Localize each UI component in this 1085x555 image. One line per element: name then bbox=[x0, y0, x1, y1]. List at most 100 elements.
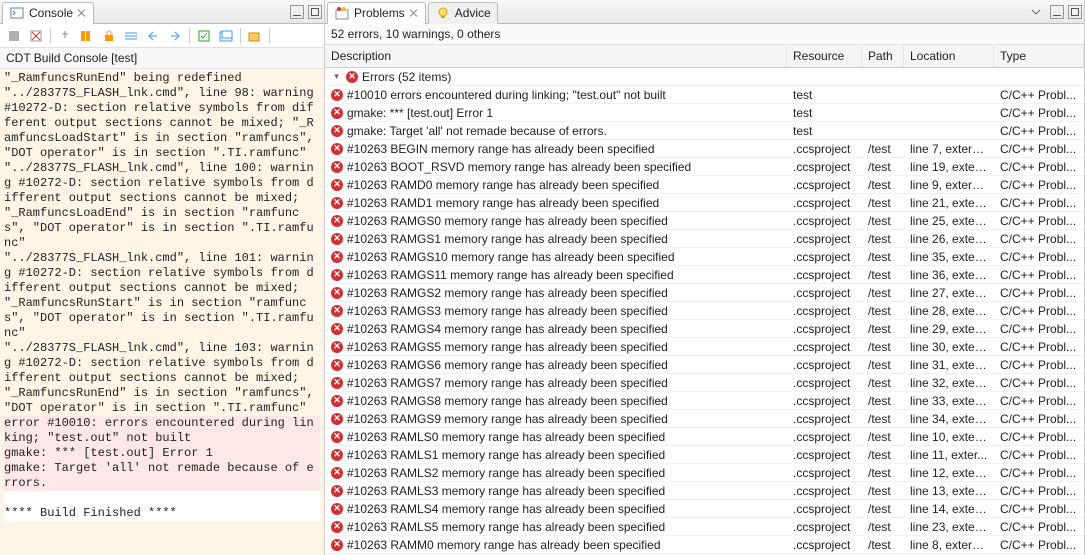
console-error-text: error #10010: errors encountered during … bbox=[4, 416, 320, 491]
cell-resource: .ccsproject bbox=[787, 393, 862, 409]
col-location[interactable]: Location bbox=[904, 45, 994, 67]
cell-location: line 30, exter... bbox=[904, 339, 994, 355]
table-row[interactable]: ✕#10263 RAMGS7 memory range has already … bbox=[325, 374, 1084, 392]
col-description[interactable]: Description bbox=[325, 45, 787, 67]
maximize-icon[interactable] bbox=[1068, 5, 1082, 19]
table-row[interactable]: ✕#10263 RAMGS8 memory range has already … bbox=[325, 392, 1084, 410]
table-row[interactable]: ✕#10263 RAMGS4 memory range has already … bbox=[325, 320, 1084, 338]
cell-type: C/C++ Probl... bbox=[994, 483, 1084, 499]
stop-button[interactable] bbox=[4, 26, 24, 46]
errors-group-row[interactable]: ▾✕Errors (52 items) bbox=[325, 68, 1084, 86]
cell-location: line 29, exter... bbox=[904, 321, 994, 337]
prev-error-button[interactable] bbox=[143, 26, 163, 46]
cell-location: line 14, exter... bbox=[904, 501, 994, 517]
table-row[interactable]: ✕#10263 RAMM0 memory range has already b… bbox=[325, 536, 1084, 554]
error-icon: ✕ bbox=[331, 269, 343, 281]
table-row[interactable]: ✕#10263 RAMLS3 memory range has already … bbox=[325, 482, 1084, 500]
remove-button[interactable] bbox=[26, 26, 46, 46]
open-console-button[interactable] bbox=[245, 26, 265, 46]
error-description: #10263 RAMD0 memory range has already be… bbox=[347, 178, 659, 192]
error-description: #10010 errors encountered during linking… bbox=[347, 88, 666, 102]
error-icon: ✕ bbox=[331, 467, 343, 479]
cell-location: line 35, exter... bbox=[904, 249, 994, 265]
console-pane: Console CDT Build Console [test] "_Ramfu… bbox=[0, 0, 325, 555]
cell-path: /test bbox=[862, 249, 904, 265]
cell-location: line 8, extern... bbox=[904, 537, 994, 553]
minimize-icon[interactable] bbox=[1050, 5, 1064, 19]
cell-location: line 33, exter... bbox=[904, 393, 994, 409]
col-resource[interactable]: Resource bbox=[787, 45, 862, 67]
table-row[interactable]: ✕#10263 RAMD1 memory range has already b… bbox=[325, 194, 1084, 212]
cell-path: /test bbox=[862, 159, 904, 175]
cell-resource: .ccsproject bbox=[787, 195, 862, 211]
table-row[interactable]: ✕#10263 BEGIN memory range has already b… bbox=[325, 140, 1084, 158]
error-description: #10263 RAMGS2 memory range has already b… bbox=[347, 286, 668, 300]
cell-location: line 31, exter... bbox=[904, 357, 994, 373]
show-errors-button[interactable] bbox=[121, 26, 141, 46]
cell-type: C/C++ Probl... bbox=[994, 339, 1084, 355]
table-row[interactable]: ✕#10263 RAMLS2 memory range has already … bbox=[325, 464, 1084, 482]
table-row[interactable]: ✕#10263 RAMGS5 memory range has already … bbox=[325, 338, 1084, 356]
table-row[interactable]: ✕#10263 RAMGS6 memory range has already … bbox=[325, 356, 1084, 374]
table-row[interactable]: ✕#10263 RAMGS3 memory range has already … bbox=[325, 302, 1084, 320]
advice-tab-label: Advice bbox=[455, 6, 491, 20]
cell-location: line 7, extern... bbox=[904, 141, 994, 157]
close-icon[interactable] bbox=[77, 8, 87, 18]
error-description: #10263 RAMGS7 memory range has already b… bbox=[347, 376, 668, 390]
advice-tab[interactable]: Advice bbox=[428, 2, 498, 24]
problems-icon bbox=[334, 5, 350, 21]
col-path[interactable]: Path bbox=[862, 45, 904, 67]
cell-location: line 12, exter... bbox=[904, 465, 994, 481]
table-row[interactable]: ✕#10263 RAMLS1 memory range has already … bbox=[325, 446, 1084, 464]
table-row[interactable]: ✕#10263 RAMGS0 memory range has already … bbox=[325, 212, 1084, 230]
cell-resource: .ccsproject bbox=[787, 411, 862, 427]
lightbulb-icon bbox=[435, 5, 451, 21]
minimize-icon[interactable] bbox=[290, 5, 304, 19]
switch-console-button[interactable] bbox=[216, 26, 236, 46]
table-row[interactable]: ✕#10263 RAMGS10 memory range has already… bbox=[325, 248, 1084, 266]
error-description: #10263 RAMLS1 memory range has already b… bbox=[347, 448, 665, 462]
cell-path: /test bbox=[862, 303, 904, 319]
cell-path: /test bbox=[862, 195, 904, 211]
table-row[interactable]: ✕#10263 RAMGS11 memory range has already… bbox=[325, 266, 1084, 284]
table-row[interactable]: ✕ #10263 RAMGS2 memory range has already … bbox=[325, 284, 1084, 302]
error-icon: ✕ bbox=[331, 521, 343, 533]
table-row[interactable]: ✕gmake: Target 'all' not remade because … bbox=[325, 122, 1084, 140]
cell-location: line 25, exter... bbox=[904, 213, 994, 229]
view-menu-button[interactable] bbox=[1026, 2, 1046, 22]
next-error-button[interactable] bbox=[165, 26, 185, 46]
cell-path: /test bbox=[862, 339, 904, 355]
table-row[interactable]: ✕#10263 RAMLS5 memory range has already … bbox=[325, 518, 1084, 536]
scroll-lock-button[interactable] bbox=[99, 26, 119, 46]
cell-resource: .ccsproject bbox=[787, 447, 862, 463]
expander-icon[interactable]: ▾ bbox=[331, 71, 342, 82]
error-description: #10263 RAMLS3 memory range has already b… bbox=[347, 484, 665, 498]
error-icon: ✕ bbox=[331, 341, 343, 353]
cell-path: /test bbox=[862, 501, 904, 517]
cell-resource: .ccsproject bbox=[787, 537, 862, 553]
close-icon[interactable] bbox=[409, 8, 419, 18]
cell-type: C/C++ Probl... bbox=[994, 519, 1084, 535]
pin-button[interactable] bbox=[55, 26, 75, 46]
console-output[interactable]: "_RamfuncsRunEnd" being redefined "../28… bbox=[0, 69, 324, 555]
cell-location: line 19, exter... bbox=[904, 159, 994, 175]
table-row[interactable]: ✕gmake: *** [test.out] Error 1testC/C++ … bbox=[325, 104, 1084, 122]
table-row[interactable]: ✕#10263 RAMD0 memory range has already b… bbox=[325, 176, 1084, 194]
maximize-icon[interactable] bbox=[308, 5, 322, 19]
problems-tree[interactable]: ▾✕Errors (52 items) ✕#10010 errors encou… bbox=[325, 68, 1084, 555]
console-tab[interactable]: Console bbox=[2, 2, 94, 24]
table-row[interactable]: ✕#10010 errors encountered during linkin… bbox=[325, 86, 1084, 104]
problems-summary: 52 errors, 10 warnings, 0 others bbox=[325, 24, 1084, 45]
save-button[interactable] bbox=[194, 26, 214, 46]
error-icon: ✕ bbox=[331, 431, 343, 443]
problems-tab[interactable]: Problems bbox=[327, 2, 426, 24]
table-row[interactable]: ✕#10263 BOOT_RSVD memory range has alrea… bbox=[325, 158, 1084, 176]
error-icon: ✕ bbox=[331, 287, 343, 299]
table-row[interactable]: ✕#10263 RAMLS4 memory range has already … bbox=[325, 500, 1084, 518]
error-description: #10263 RAMGS0 memory range has already b… bbox=[347, 214, 668, 228]
wrap-button[interactable] bbox=[77, 26, 97, 46]
table-row[interactable]: ✕#10263 RAMGS1 memory range has already … bbox=[325, 230, 1084, 248]
table-row[interactable]: ✕#10263 RAMLS0 memory range has already … bbox=[325, 428, 1084, 446]
table-row[interactable]: ✕#10263 RAMGS9 memory range has already … bbox=[325, 410, 1084, 428]
col-type[interactable]: Type bbox=[994, 45, 1084, 67]
